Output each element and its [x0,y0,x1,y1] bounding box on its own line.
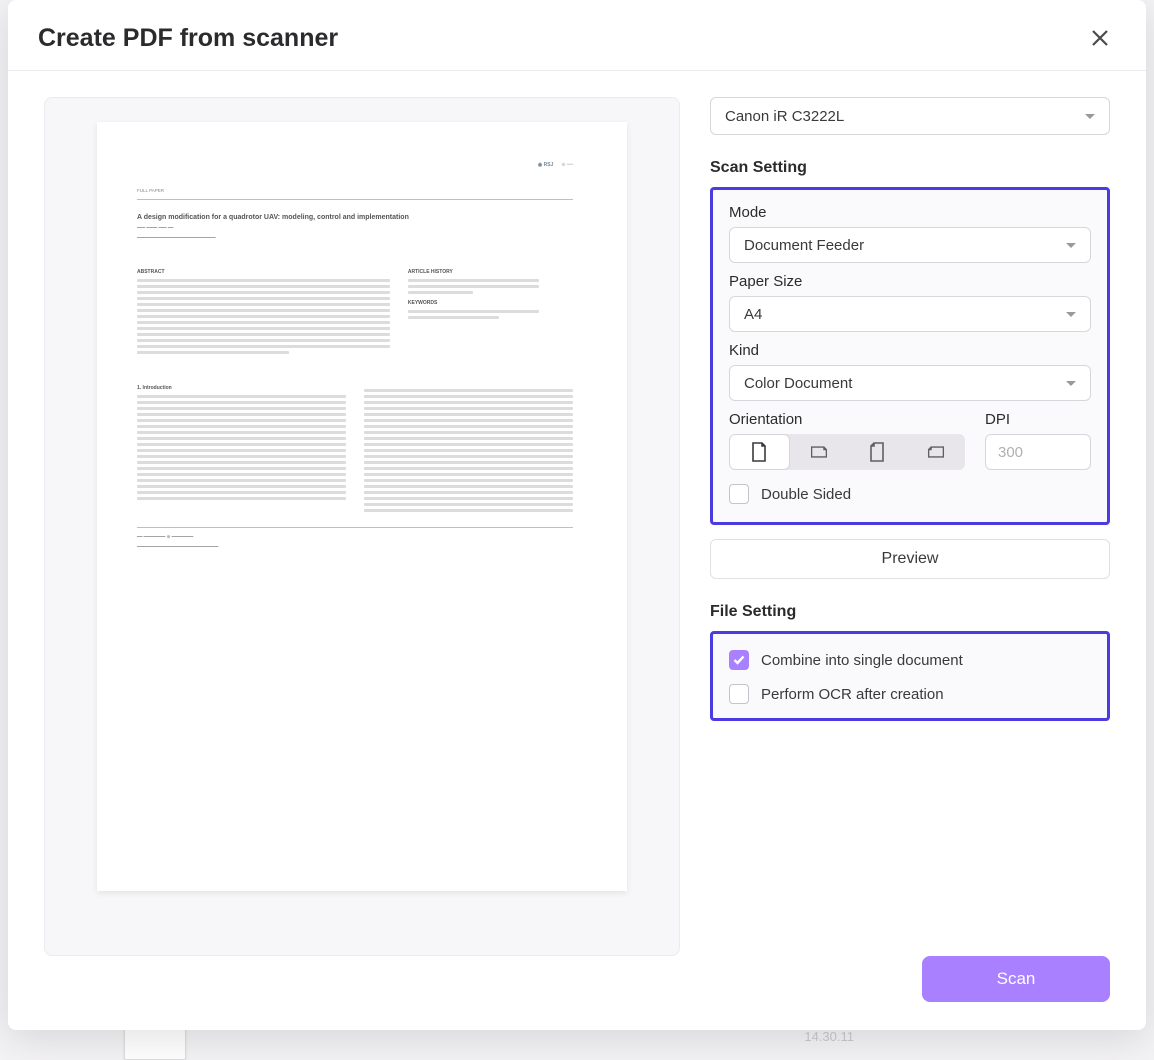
orientation-label: Orientation [729,411,965,428]
ocr-checkbox[interactable] [729,684,749,704]
ocr-checkbox-row[interactable]: Perform OCR after creation [729,684,1091,704]
chevron-down-icon [1066,312,1076,317]
ocr-label: Perform OCR after creation [761,686,944,703]
scan-setting-heading: Scan Setting [710,159,1110,177]
document-preview[interactable]: ◉ RSJ⊕ ━━ FULL PAPER A design modificati… [97,122,627,891]
combine-checkbox-row[interactable]: Combine into single document [729,650,1091,670]
doc-title: A design modification for a quadrotor UA… [137,214,573,221]
doc-category: FULL PAPER [137,188,573,193]
doc-keywords-head: KEYWORDS [408,300,539,306]
dpi-label: DPI [985,411,1091,428]
modal-footer: Scan [8,956,1146,1030]
chevron-down-icon [1066,381,1076,386]
modal-body: ◉ RSJ⊕ ━━ FULL PAPER A design modificati… [8,71,1146,956]
combine-checkbox[interactable] [729,650,749,670]
doc-section-head: 1. Introduction [137,385,346,391]
paper-size-value: A4 [744,306,762,323]
check-icon [733,655,745,665]
scan-setting-box: Mode Document Feeder Paper Size A4 Kind … [710,187,1110,525]
modal-header: Create PDF from scanner [8,0,1146,71]
page-landscape-flip-icon [927,441,945,463]
preview-pane: ◉ RSJ⊕ ━━ FULL PAPER A design modificati… [44,97,680,956]
paper-size-select[interactable]: A4 [729,296,1091,332]
background-timestamp: 14.30.11 [804,1029,854,1044]
chevron-down-icon [1066,243,1076,248]
preview-button-label: Preview [882,550,939,568]
combine-label: Combine into single document [761,652,963,669]
doc-history-head: ARTICLE HISTORY [408,269,539,275]
close-icon [1091,29,1109,47]
scanner-modal: Create PDF from scanner ◉ RSJ⊕ ━━ FULL P… [8,0,1146,1030]
file-setting-box: Combine into single document Perform OCR… [710,631,1110,721]
mode-label: Mode [729,204,1091,221]
doc-authors: ━━━ ━━━━ ━━━ ━━ [137,225,573,231]
paper-size-label: Paper Size [729,273,1091,290]
mode-select[interactable]: Document Feeder [729,227,1091,263]
double-sided-checkbox[interactable] [729,484,749,504]
doc-abstract-head: ABSTRACT [137,269,390,275]
kind-label: Kind [729,342,1091,359]
doc-affil: ━━━━━━━━━━━━━━━━━━━━━━━━━━━━━ [137,235,573,241]
page-portrait-flip-icon [868,441,886,463]
double-sided-label: Double Sided [761,486,851,503]
scan-button[interactable]: Scan [922,956,1110,1002]
modal-title: Create PDF from scanner [38,24,338,53]
orientation-portrait-button[interactable] [729,434,790,470]
orientation-toggle [729,434,965,470]
page-portrait-icon [750,441,768,463]
chevron-down-icon [1085,114,1095,119]
close-button[interactable] [1084,22,1116,54]
orientation-landscape-button[interactable] [790,434,849,470]
orientation-landscape-flip-button[interactable] [907,434,966,470]
dpi-value: 300 [998,444,1023,461]
dpi-input[interactable]: 300 [985,434,1091,470]
page-landscape-icon [810,441,828,463]
kind-select[interactable]: Color Document [729,365,1091,401]
orientation-portrait-flip-button[interactable] [848,434,907,470]
scanner-select[interactable]: Canon iR C3222L [710,97,1110,135]
scan-button-label: Scan [997,969,1036,989]
kind-value: Color Document [744,375,852,392]
preview-button[interactable]: Preview [710,539,1110,579]
mode-value: Document Feeder [744,237,864,254]
scanner-value: Canon iR C3222L [725,108,844,125]
settings-pane: Canon iR C3222L Scan Setting Mode Docume… [710,97,1110,956]
file-setting-heading: File Setting [710,603,1110,621]
double-sided-checkbox-row[interactable]: Double Sided [729,484,1091,504]
